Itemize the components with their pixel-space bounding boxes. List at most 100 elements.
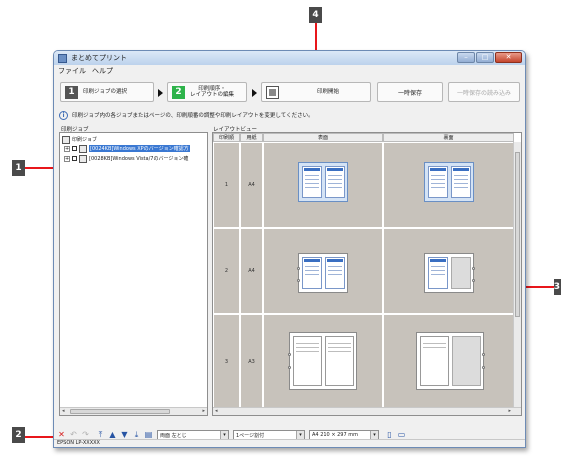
- scroll-right-icon[interactable]: ▸: [508, 408, 511, 414]
- menu-file[interactable]: ファイル: [58, 66, 86, 76]
- step-2-label-line2: レイアウトの編集: [190, 92, 235, 98]
- row-3-back[interactable]: [383, 314, 514, 409]
- sheet-thumbnail[interactable]: [424, 253, 475, 293]
- callout-1: 1: [12, 160, 25, 176]
- column-header-order: 印刷順: [213, 133, 240, 142]
- tree-root-label: 印刷ジョブ: [72, 137, 98, 143]
- binding-hole-icon: [472, 279, 475, 282]
- scrollbar-thumb[interactable]: [70, 409, 170, 414]
- column-header-back: 裏面: [383, 133, 514, 142]
- maximize-button[interactable]: □: [476, 52, 494, 63]
- tree-job-label: [0024KB]Windows XPのバージョン確認方: [89, 145, 190, 152]
- expand-icon[interactable]: +: [64, 145, 70, 152]
- scroll-left-icon[interactable]: ◂: [215, 408, 218, 414]
- scroll-left-icon[interactable]: ◂: [62, 408, 65, 414]
- info-bar: i 印刷ジョブ内の各ジョブまたはページの、印刷順番の調整や印刷レイアウトを変更し…: [54, 109, 525, 121]
- tree-job-label: [0028KB]Windows Vista/7のバージョン確: [89, 156, 189, 162]
- step-2-number: 2: [172, 85, 185, 99]
- page-thumbnail: [293, 336, 322, 386]
- row-2-paper[interactable]: A4: [240, 228, 263, 314]
- row-2-back[interactable]: [383, 228, 514, 314]
- document-icon: [79, 154, 87, 163]
- page-thumbnail: [420, 336, 449, 386]
- step-2-label: 印刷順序・ レイアウトの編集: [190, 86, 234, 98]
- menu-help[interactable]: ヘルプ: [92, 66, 113, 76]
- expand-icon[interactable]: +: [64, 155, 70, 162]
- sheet-thumbnail[interactable]: [424, 162, 474, 202]
- step-select-jobs[interactable]: 1 印刷ジョブの選択: [60, 82, 154, 102]
- order-number: 1: [224, 182, 229, 188]
- chevron-down-icon: ▾: [220, 431, 228, 439]
- blank-page-thumbnail: [451, 257, 471, 289]
- tree-job-item[interactable]: + [0028KB]Windows Vista/7のバージョン確: [64, 154, 188, 163]
- paper-size-value: A4 210 × 297 mm: [312, 432, 358, 438]
- row-1-order[interactable]: 1: [213, 142, 240, 228]
- page-thumbnail: [325, 166, 345, 198]
- load-temp-save-button[interactable]: 一時保存の読み込み: [448, 82, 520, 102]
- column-header-paper: 用紙: [240, 133, 263, 142]
- binding-hole-icon: [472, 267, 475, 270]
- row-3-paper[interactable]: A3: [240, 314, 263, 409]
- step-edit-layout[interactable]: 2 印刷順序・ レイアウトの編集: [167, 82, 247, 102]
- row-3-order[interactable]: 3: [213, 314, 240, 409]
- sheet-thumbnail[interactable]: [416, 332, 485, 390]
- temp-save-button[interactable]: 一時保存: [377, 82, 443, 102]
- callout-2: 2: [12, 427, 25, 443]
- binding-hole-icon: [297, 267, 300, 270]
- blank-page-thumbnail: [452, 336, 481, 386]
- page-thumbnail: [325, 257, 345, 289]
- page-thumbnail: [302, 257, 322, 289]
- tree-job-item[interactable]: + [0024KB]Windows XPのバージョン確認方: [64, 144, 190, 153]
- menu-bar: ファイル ヘルプ: [54, 65, 525, 77]
- printer-queue-icon: [62, 135, 70, 144]
- page-thumbnail: [325, 336, 354, 386]
- page-thumbnail: [451, 166, 471, 198]
- order-number: 3: [224, 358, 229, 365]
- paper-size: A4: [248, 182, 255, 188]
- row-1-paper[interactable]: A4: [240, 142, 263, 228]
- order-number: 2: [224, 268, 229, 274]
- callout-4: 4: [309, 7, 322, 23]
- sheet-thumbnail[interactable]: [288, 332, 357, 390]
- binding-hole-icon: [482, 366, 485, 369]
- tree-root[interactable]: 印刷ジョブ: [62, 135, 97, 144]
- page-thumbnail: [302, 166, 322, 198]
- vertical-scrollbar[interactable]: [513, 142, 521, 407]
- minimize-button[interactable]: –: [457, 52, 475, 63]
- row-3-front[interactable]: [263, 314, 383, 409]
- binding-hole-icon: [297, 279, 300, 282]
- horizontal-scrollbar[interactable]: ◂ ▸: [213, 407, 521, 415]
- checkbox-icon[interactable]: [72, 156, 77, 161]
- print-job-tree[interactable]: 印刷ジョブ + [0024KB]Windows XPのバージョン確認方 + [0…: [59, 132, 208, 416]
- binding-hole-icon: [482, 353, 485, 356]
- document-icon: [79, 144, 87, 153]
- app-window: まとめてプリント – □ ✕ ファイル ヘルプ 1 印刷ジョブの選択 2 印刷順…: [53, 50, 526, 448]
- duplex-binding-value: 両面 左とじ: [160, 432, 187, 439]
- horizontal-scrollbar[interactable]: ◂ ▸: [60, 407, 207, 415]
- page-thumbnail: [428, 257, 448, 289]
- app-icon: [58, 53, 67, 63]
- step-bar: 1 印刷ジョブの選択 2 印刷順序・ レイアウトの編集 印刷開始 一時保存 一時…: [54, 79, 525, 106]
- status-bar: EPSON LP-XXXXX: [54, 439, 525, 447]
- info-text: 印刷ジョブ内の各ジョブまたはページの、印刷順番の調整や印刷レイアウトを変更してく…: [72, 113, 314, 119]
- chevron-down-icon: ▾: [296, 431, 304, 439]
- sheet-thumbnail[interactable]: [298, 162, 348, 202]
- layout-preview[interactable]: 印刷順 用紙 表面 裏面 1 A4 2 A4 3 A3 ◂ ▸: [212, 132, 522, 416]
- row-2-order[interactable]: 2: [213, 228, 240, 314]
- start-print-button[interactable]: 印刷開始: [261, 82, 371, 102]
- chevron-down-icon: ▾: [370, 431, 378, 439]
- column-header-front: 表面: [263, 133, 383, 142]
- scrollbar-thumb[interactable]: [515, 152, 520, 317]
- row-2-front[interactable]: [263, 228, 383, 314]
- scroll-right-icon[interactable]: ▸: [202, 408, 205, 414]
- sheet-thumbnail[interactable]: [297, 253, 348, 293]
- checkbox-icon[interactable]: [72, 146, 77, 151]
- close-button[interactable]: ✕: [495, 52, 522, 63]
- step-1-number: 1: [65, 85, 78, 99]
- paper-size: A4: [248, 268, 255, 274]
- row-1-back[interactable]: [383, 142, 514, 228]
- paper-size: A3: [248, 358, 255, 365]
- step-1-label: 印刷ジョブの選択: [83, 89, 128, 95]
- row-1-front[interactable]: [263, 142, 383, 228]
- title-bar[interactable]: まとめてプリント – □ ✕: [54, 51, 525, 65]
